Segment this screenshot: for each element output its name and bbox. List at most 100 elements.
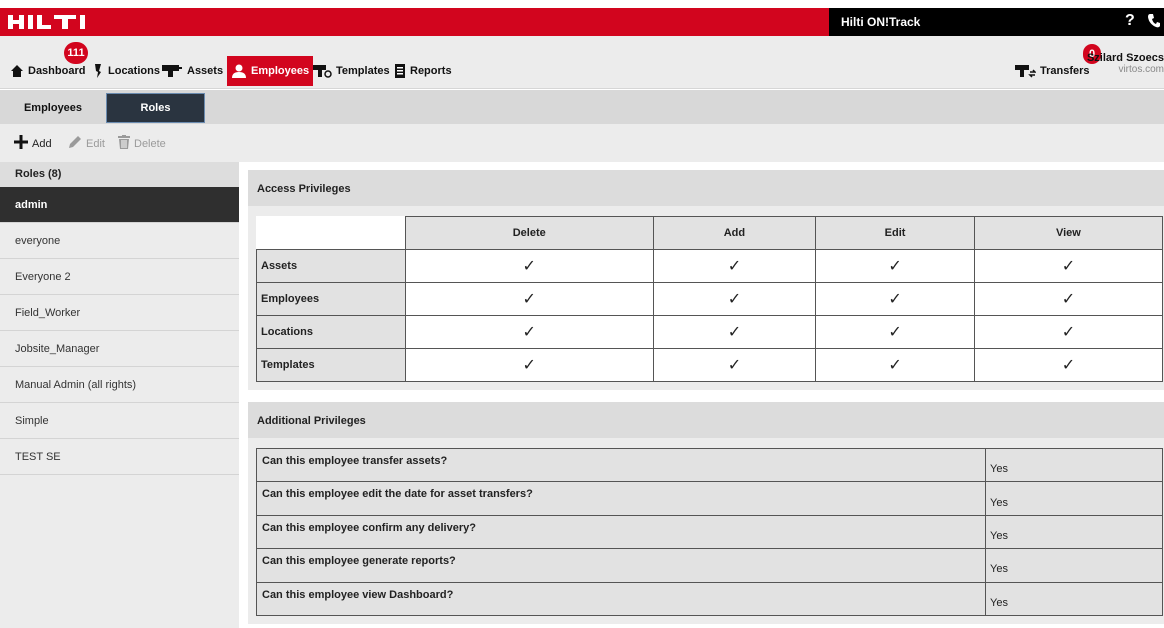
- check-icon: ✓: [815, 249, 975, 283]
- check-icon: ✓: [652, 282, 817, 316]
- delete-button-label: Delete: [134, 137, 166, 150]
- role-item-simple[interactable]: Simple: [0, 403, 239, 439]
- help-icon[interactable]: ?: [1125, 12, 1135, 30]
- table-row: Templates ✓ ✓ ✓ ✓: [256, 348, 1164, 382]
- column-header-add: Add: [652, 216, 817, 250]
- check-icon: ✓: [973, 348, 1164, 382]
- table-row: Can this employee transfer assets? Yes: [256, 447, 1163, 483]
- check-icon: ✓: [405, 348, 654, 382]
- nav-employees[interactable]: Employees: [227, 56, 314, 86]
- roles-list: Roles (8) admin everyone Everyone 2 Fiel…: [0, 162, 239, 628]
- row-label-assets: Assets: [256, 249, 406, 283]
- role-item-jobsite-manager[interactable]: Jobsite_Manager: [0, 331, 239, 367]
- additional-privileges-title: Additional Privileges: [248, 402, 1164, 438]
- nav-dashboard-label: Dashboard: [28, 65, 86, 77]
- additional-privileges-panel: Can this employee transfer assets? Yes C…: [248, 438, 1164, 624]
- row-label-templates: Templates: [256, 348, 406, 382]
- check-icon: ✓: [815, 282, 975, 316]
- main-nav: Dashboard 111 Locations Assets Employees…: [0, 36, 1164, 89]
- privilege-answer: Yes: [985, 514, 1163, 550]
- user-name: Szilard Szoecs: [1086, 52, 1164, 64]
- check-icon: ✓: [815, 315, 975, 349]
- check-icon: ✓: [973, 282, 1164, 316]
- trash-icon: [118, 135, 130, 152]
- table-row: Can this employee edit the date for asse…: [256, 481, 1163, 516]
- row-label-employees: Employees: [256, 282, 406, 316]
- nav-assets[interactable]: Assets: [161, 56, 223, 86]
- check-icon: ✓: [652, 315, 817, 349]
- role-item-everyone-2[interactable]: Everyone 2: [0, 259, 239, 295]
- access-privileges-title: Access Privileges: [248, 170, 1164, 206]
- plus-icon: [14, 135, 28, 152]
- nav-reports[interactable]: Reports: [394, 56, 452, 86]
- additional-privileges-table: Can this employee transfer assets? Yes C…: [256, 447, 1163, 616]
- add-button[interactable]: Add: [14, 135, 52, 152]
- roles-list-header: Roles (8): [0, 162, 239, 187]
- report-icon: [394, 63, 406, 79]
- column-header-view: View: [973, 216, 1164, 250]
- check-icon: ✓: [973, 315, 1164, 349]
- table-row: Can this employee view Dashboard? Yes: [256, 581, 1163, 616]
- table-header-row: Delete Add Edit View: [256, 216, 1164, 250]
- top-bar: Hilti ON!Track ?: [0, 8, 1164, 36]
- role-item-test-se[interactable]: TEST SE: [0, 439, 239, 475]
- hilti-logo[interactable]: [8, 12, 100, 32]
- table-corner: [256, 216, 406, 250]
- role-details: Access Privileges Delete Add Edit View A…: [248, 170, 1164, 624]
- nav-employees-label: Employees: [251, 65, 310, 77]
- table-row: Employees ✓ ✓ ✓ ✓: [256, 282, 1164, 316]
- check-icon: ✓: [815, 348, 975, 382]
- table-row: Assets ✓ ✓ ✓ ✓: [256, 249, 1164, 283]
- role-item-admin[interactable]: admin: [0, 187, 239, 223]
- drill-icon: [161, 63, 183, 79]
- access-privileges-panel: Delete Add Edit View Assets ✓ ✓ ✓ ✓ Empl…: [248, 206, 1164, 390]
- pencil-icon: [68, 135, 82, 152]
- privilege-answer: Yes: [985, 548, 1163, 583]
- tab-roles[interactable]: Roles: [106, 93, 205, 123]
- check-icon: ✓: [405, 315, 654, 349]
- nav-locations-label: Locations: [108, 65, 160, 77]
- table-row: Can this employee confirm any delivery? …: [256, 514, 1163, 550]
- person-icon: [231, 63, 247, 79]
- role-item-everyone[interactable]: everyone: [0, 223, 239, 259]
- privilege-answer: Yes: [985, 447, 1163, 483]
- check-icon: ✓: [405, 249, 654, 283]
- privilege-question: Can this employee generate reports?: [256, 548, 986, 583]
- access-privileges-table: Delete Add Edit View Assets ✓ ✓ ✓ ✓ Empl…: [256, 216, 1164, 382]
- privilege-question: Can this employee edit the date for asse…: [256, 481, 986, 516]
- row-label-locations: Locations: [256, 315, 406, 349]
- privilege-answer: Yes: [985, 481, 1163, 516]
- role-item-manual-admin[interactable]: Manual Admin (all rights): [0, 367, 239, 403]
- nav-templates[interactable]: Templates: [312, 56, 390, 86]
- home-icon: [10, 64, 24, 78]
- nav-templates-label: Templates: [336, 65, 390, 77]
- table-row: Can this employee generate reports? Yes: [256, 548, 1163, 583]
- privilege-question: Can this employee confirm any delivery?: [256, 514, 986, 550]
- column-header-edit: Edit: [815, 216, 975, 250]
- privilege-question: Can this employee view Dashboard?: [256, 581, 986, 616]
- user-domain: virtos.com: [1118, 64, 1164, 75]
- delete-button[interactable]: Delete: [118, 135, 166, 152]
- column-header-delete: Delete: [405, 216, 654, 250]
- add-button-label: Add: [32, 137, 52, 150]
- location-pin-icon: [92, 63, 104, 79]
- transfer-tool-icon: [1014, 63, 1036, 79]
- nav-reports-label: Reports: [410, 65, 452, 77]
- account-bar: Hilti ON!Track ?: [829, 8, 1164, 36]
- toolbar: Add Edit Delete: [0, 124, 1164, 162]
- edit-button[interactable]: Edit: [68, 135, 105, 152]
- dashboard-badge: 111: [64, 42, 88, 64]
- role-item-field-worker[interactable]: Field_Worker: [0, 295, 239, 331]
- phone-icon[interactable]: [1147, 13, 1161, 32]
- tab-employees[interactable]: Employees: [0, 93, 106, 123]
- table-row: Locations ✓ ✓ ✓ ✓: [256, 315, 1164, 349]
- nav-locations[interactable]: Locations: [92, 56, 160, 86]
- check-icon: ✓: [973, 249, 1164, 283]
- nav-transfers[interactable]: Transfers: [1014, 56, 1090, 86]
- user-menu[interactable]: Szilard Szoecs virtos.com: [1087, 52, 1164, 75]
- privilege-answer: Yes: [985, 581, 1163, 616]
- sub-tabs: Employees Roles: [0, 90, 1164, 124]
- check-icon: ✓: [652, 348, 817, 382]
- edit-button-label: Edit: [86, 137, 105, 150]
- privilege-question: Can this employee transfer assets?: [256, 447, 986, 483]
